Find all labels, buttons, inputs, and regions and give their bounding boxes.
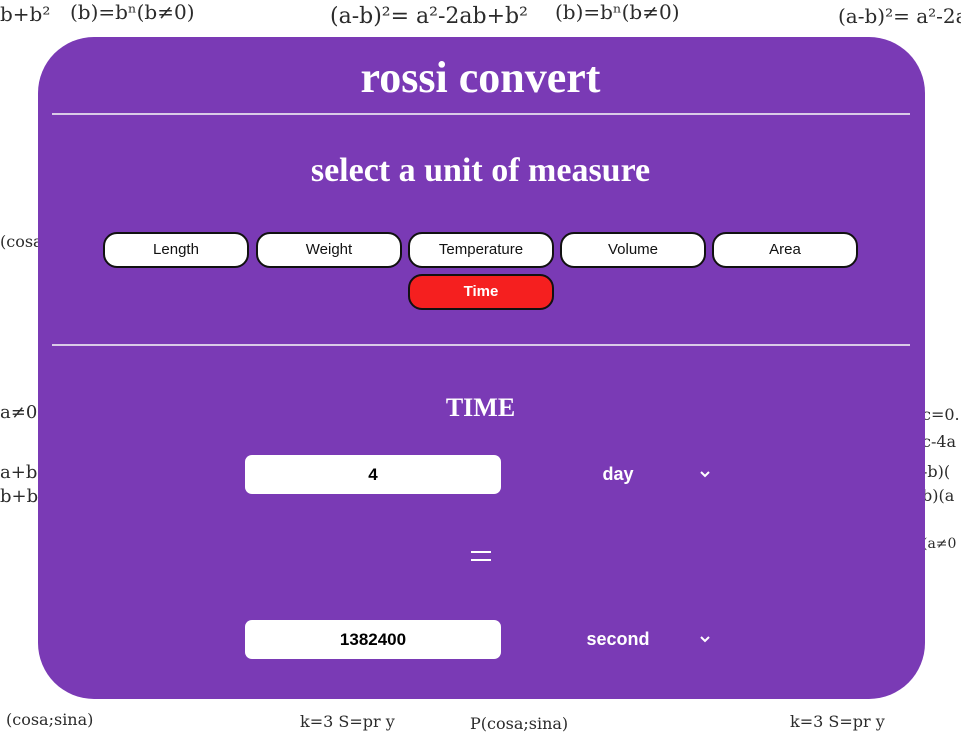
math-doodle: P(cosa;sina) <box>470 714 569 733</box>
input-value-field[interactable]: 4 <box>245 455 501 494</box>
unit-button-area[interactable]: Area <box>712 232 858 268</box>
chevron-down-icon <box>700 471 710 478</box>
math-doodle: (b)=bⁿ(b≠0) <box>555 0 680 24</box>
equals-icon: = <box>471 551 491 561</box>
input-unit-label: day <box>602 464 634 484</box>
math-doodle: c-4a <box>922 432 957 451</box>
math-doodle: (cosa;sina) <box>6 710 94 729</box>
output-unit-select[interactable]: second <box>560 620 720 659</box>
chevron-down-icon <box>700 636 710 643</box>
math-doodle: (cosa <box>0 232 43 251</box>
math-doodle: k=3 S=pr y <box>790 712 885 731</box>
output-unit-label: second <box>586 629 650 649</box>
output-value-field[interactable]: 1382400 <box>245 620 501 659</box>
math-doodle: (a≠0 <box>922 536 957 552</box>
app-title: rossi convert <box>360 53 601 102</box>
unit-button-volume[interactable]: Volume <box>560 232 706 268</box>
section-title: TIME <box>445 393 516 422</box>
math-doodle: (b)=bⁿ(b≠0) <box>70 0 195 24</box>
unit-button-temperature[interactable]: Temperature <box>408 232 554 268</box>
math-doodle: (a-b)²= a²-2a <box>838 4 961 28</box>
subtitle: select a unit of measure <box>310 152 651 189</box>
section-divider <box>52 344 910 346</box>
math-doodle: (a-b)²= a²-2ab+b² <box>330 4 528 29</box>
math-doodle: b+b² <box>0 2 51 26</box>
math-doodle: b+b <box>0 486 39 507</box>
math-doodle: -b)( <box>922 462 951 481</box>
title-divider <box>52 113 910 115</box>
input-unit-select[interactable]: day <box>560 455 720 494</box>
unit-button-time[interactable]: Time <box>408 274 554 310</box>
math-doodle: k=3 S=pr y <box>300 712 395 731</box>
unit-button-weight[interactable]: Weight <box>256 232 402 268</box>
math-doodle: b)(a <box>922 486 955 505</box>
unit-button-length[interactable]: Length <box>103 232 249 268</box>
converter-panel <box>38 37 925 699</box>
